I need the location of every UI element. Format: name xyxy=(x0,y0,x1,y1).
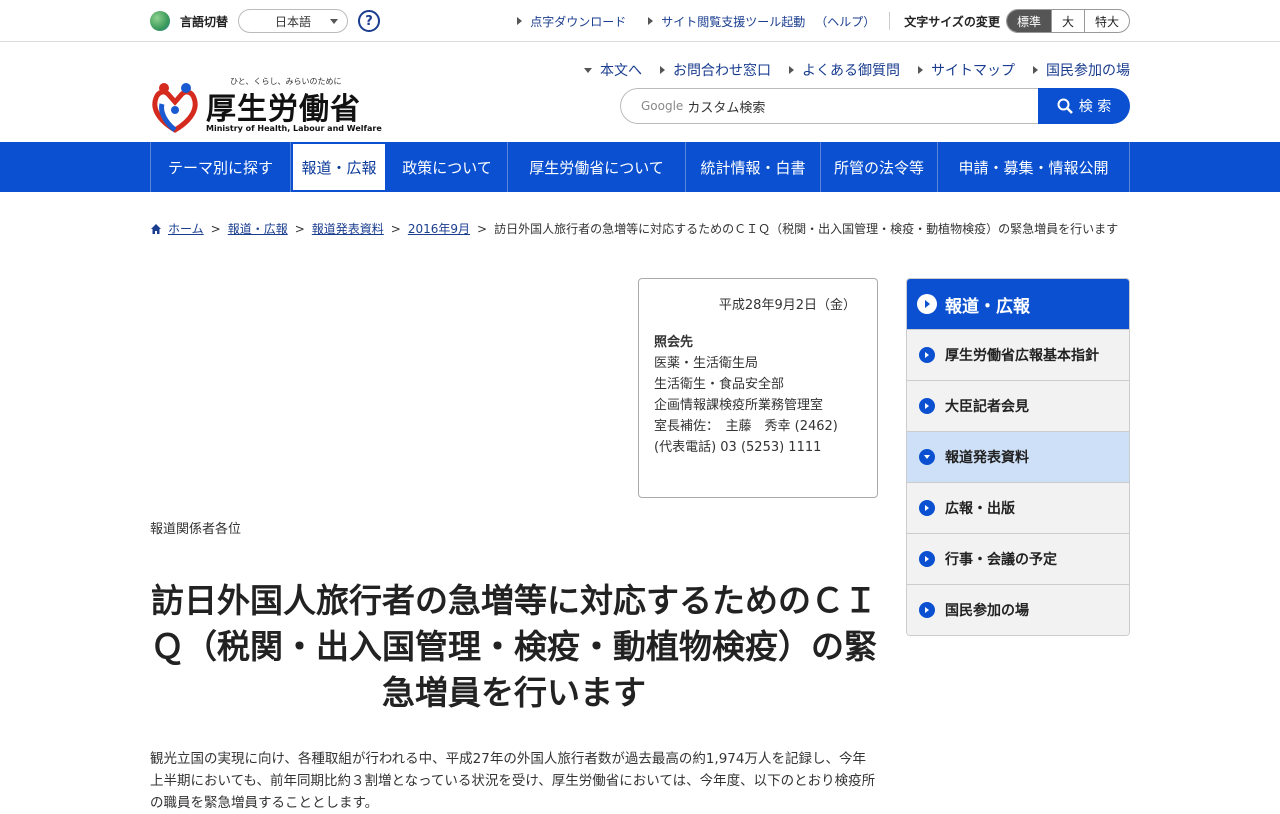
gnav-statistics[interactable]: 統計情報・白書 xyxy=(686,142,821,192)
header-nav-faq[interactable]: よくある御質問 xyxy=(789,60,900,80)
contact-line: (代表電話) 03 (5253) 1111 xyxy=(654,440,822,455)
chevron-right-icon xyxy=(919,500,935,516)
mhlw-logo-icon xyxy=(152,83,198,133)
header-nav-sitemap[interactable]: サイトマップ xyxy=(918,60,1015,80)
side-item-press-conference[interactable]: 大臣記者会見 xyxy=(907,380,1129,431)
side-item-press-releases[interactable]: 報道発表資料 xyxy=(907,431,1129,482)
gnav-policy[interactable]: 政策について xyxy=(387,142,508,192)
font-size-large-button[interactable]: 大 xyxy=(1050,10,1084,32)
breadcrumb-month[interactable]: 2016年9月 xyxy=(408,220,470,237)
globe-icon xyxy=(150,11,170,31)
header-nav-main-content[interactable]: 本文へ xyxy=(584,60,642,80)
contact-title: 照会先 xyxy=(654,335,694,350)
arrow-right-icon xyxy=(789,66,794,74)
utility-links: 点字ダウンロード サイト閲覧支援ツール起動 （ヘルプ） 文字サイズの変更 標準 … xyxy=(495,9,1130,33)
font-size-label: 文字サイズの変更 xyxy=(904,14,1000,29)
arrow-right-icon xyxy=(648,17,654,25)
help-icon[interactable]: ? xyxy=(358,10,381,32)
arrow-right-icon xyxy=(1033,66,1038,74)
breadcrumb-current: 訪日外国人旅行者の急増等に対応するためのＣＩＱ（税関・出入国管理・検疫・動植物検… xyxy=(494,222,1119,236)
braille-download-link[interactable]: 点字ダウンロード xyxy=(517,13,626,30)
arrow-right-icon xyxy=(517,17,523,25)
header-nav: 本文へ お問合わせ窓口 よくある御質問 サイトマップ 国民参加の場 xyxy=(566,60,1130,80)
arrow-right-icon xyxy=(918,66,923,74)
chevron-right-icon xyxy=(917,294,937,314)
contact-line: 医薬・生活衛生局 xyxy=(654,356,759,371)
contact-line: 企画情報課検疫所業務管理室 xyxy=(654,398,824,413)
gnav-press[interactable]: 報道・広報 xyxy=(291,142,387,192)
chevron-right-icon xyxy=(919,551,935,567)
breadcrumb-press-releases[interactable]: 報道発表資料 xyxy=(312,220,384,237)
site-header: ひと、くらし、みらいのために 厚生労働省 Ministry of Health,… xyxy=(0,42,1280,142)
home-icon xyxy=(151,223,161,234)
search-input[interactable]: Google カスタム検索 xyxy=(620,88,1038,124)
side-item-pr-policy[interactable]: 厚生労働省広報基本指針 xyxy=(907,329,1129,380)
font-size-xlarge-button[interactable]: 特大 xyxy=(1083,10,1129,32)
side-item-participation[interactable]: 国民参加の場 xyxy=(907,584,1129,635)
google-label: Google xyxy=(641,99,684,113)
utility-bar: 言語切替 日本語 ? 点字ダウンロード サイト閲覧支援ツール起動 （ヘルプ） 文… xyxy=(0,0,1280,42)
header-nav-participation[interactable]: 国民参加の場 xyxy=(1033,60,1130,80)
language-select-value: 日本語 xyxy=(275,14,312,29)
search-button[interactable]: 検 索 xyxy=(1038,88,1130,124)
arrow-right-icon xyxy=(660,66,665,74)
chevron-right-icon xyxy=(919,398,935,414)
chevron-down-icon xyxy=(330,19,339,24)
help-link[interactable]: （ヘルプ） xyxy=(815,13,875,30)
font-size-standard-button[interactable]: 標準 xyxy=(1006,10,1051,32)
search-icon xyxy=(1057,98,1073,114)
global-nav: テーマ別に探す 報道・広報 政策について 厚生労働省について 統計情報・白書 所… xyxy=(0,142,1280,192)
contact-box: 平成28年9月2日（金） 照会先 医薬・生活衛生局 生活衛生・食品安全部 企画情… xyxy=(638,278,878,498)
divider xyxy=(889,12,891,30)
site-logo[interactable]: ひと、くらし、みらいのために 厚生労働省 Ministry of Health,… xyxy=(150,74,382,138)
breadcrumb-press[interactable]: 報道・広報 xyxy=(228,220,288,237)
release-date: 平成28年9月2日（金） xyxy=(718,298,856,313)
chevron-right-icon xyxy=(919,347,935,363)
font-size-switcher: 標準 大 特大 xyxy=(1005,9,1130,33)
logo-name: 厚生労働省 xyxy=(206,92,361,127)
body-paragraph: 観光立国の実現に向け、各種取組が行われる中、平成27年の外国人旅行者数が過去最高… xyxy=(150,751,876,811)
gnav-laws[interactable]: 所管の法令等 xyxy=(821,142,938,192)
language-label: 言語切替 xyxy=(180,14,229,29)
search-placeholder: カスタム検索 xyxy=(687,100,766,116)
side-menu-title[interactable]: 報道・広報 xyxy=(907,279,1129,329)
page-title: 訪日外国人旅行者の急増等に対応するためのＣＩＱ（税関・出入国管理・検疫・動植物検… xyxy=(151,581,877,712)
language-select[interactable]: 日本語 xyxy=(238,9,349,33)
side-item-publications[interactable]: 広報・出版 xyxy=(907,482,1129,533)
search-bar: Google カスタム検索 検 索 xyxy=(620,88,1130,124)
logo-english-name: Ministry of Health, Labour and Welfare xyxy=(206,124,382,133)
gnav-theme[interactable]: テーマ別に探す xyxy=(151,142,291,192)
contact-line: 室長補佐： 主藤 秀幸 (2462) xyxy=(654,419,838,434)
breadcrumb-home[interactable]: ホーム xyxy=(168,220,204,237)
arrow-down-icon xyxy=(584,67,592,73)
chevron-right-icon xyxy=(919,602,935,618)
side-item-events[interactable]: 行事・会議の予定 xyxy=(907,533,1129,584)
gnav-applications[interactable]: 申請・募集・情報公開 xyxy=(938,142,1130,192)
header-nav-contact[interactable]: お問合わせ窓口 xyxy=(660,60,771,80)
contact-line: 生活衛生・食品安全部 xyxy=(654,377,785,392)
recipients: 報道関係者各位 xyxy=(150,522,242,537)
gnav-about[interactable]: 厚生労働省について xyxy=(508,142,686,192)
breadcrumb: ホーム > 報道・広報 > 報道発表資料 > 2016年9月 > 訪日外国人旅行… xyxy=(150,220,1118,237)
chevron-down-icon xyxy=(919,449,935,465)
side-menu: 報道・広報 厚生労働省広報基本指針 大臣記者会見 報道発表資料 広報・出版 行事… xyxy=(906,278,1130,636)
browsing-support-tool-link[interactable]: サイト閲覧支援ツール起動 xyxy=(648,13,805,30)
